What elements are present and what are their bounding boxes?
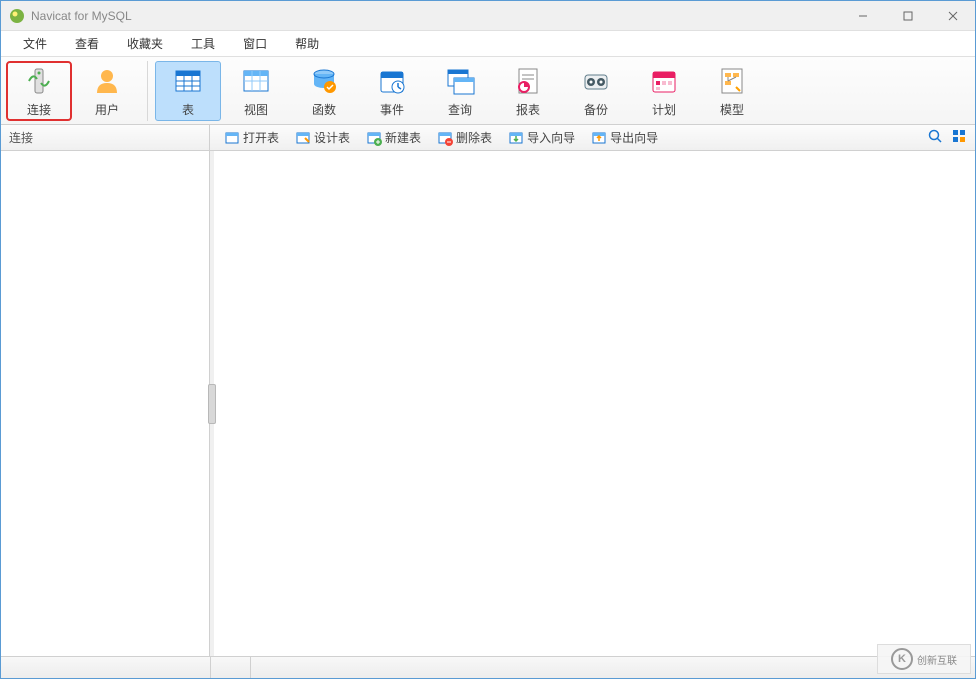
toolbar-schedule-label: 计划 <box>652 101 676 118</box>
statusbar <box>1 656 975 678</box>
maximize-button[interactable] <box>885 1 930 31</box>
toolbar-report[interactable]: 报表 <box>495 61 561 121</box>
toolbar-model[interactable]: 模型 <box>699 61 765 121</box>
model-icon <box>716 65 748 97</box>
status-cell-2 <box>211 657 251 678</box>
report-icon <box>512 65 544 97</box>
toolbar-function[interactable]: 函数 <box>291 61 357 121</box>
connection-tree-panel[interactable] <box>1 151 210 656</box>
menu-view[interactable]: 查看 <box>61 31 113 56</box>
app-window: Navicat for MySQL 文件 查看 收藏夹 工具 窗口 帮助 连接 … <box>0 0 976 679</box>
menu-file[interactable]: 文件 <box>9 31 61 56</box>
grid-view-icon[interactable] <box>951 128 967 147</box>
menu-window[interactable]: 窗口 <box>229 31 281 56</box>
close-button[interactable] <box>930 1 975 31</box>
toolbar-user[interactable]: 用户 <box>74 61 140 121</box>
status-cell-3 <box>251 657 975 678</box>
toolbar-query[interactable]: 查询 <box>427 61 493 121</box>
design-table-button[interactable]: 设计表 <box>289 127 356 148</box>
design-table-icon <box>295 130 311 146</box>
delete-table-icon <box>437 130 453 146</box>
search-icon[interactable] <box>927 128 943 147</box>
event-icon <box>376 65 408 97</box>
toolbar-view[interactable]: 视图 <box>223 61 289 121</box>
menubar: 文件 查看 收藏夹 工具 窗口 帮助 <box>1 31 975 57</box>
content-area <box>1 151 975 656</box>
schedule-icon <box>648 65 680 97</box>
export-wizard-icon <box>591 130 607 146</box>
delete-table-button[interactable]: 删除表 <box>431 127 498 148</box>
open-table-button[interactable]: 打开表 <box>218 127 285 148</box>
watermark-text: 创新互联 <box>917 652 957 667</box>
sub-toolbar-left-label: 连接 <box>1 125 210 150</box>
minimize-button[interactable] <box>840 1 885 31</box>
toolbar-function-label: 函数 <box>312 101 336 118</box>
window-controls <box>840 1 975 31</box>
toolbar-divider <box>147 61 148 121</box>
toolbar-backup[interactable]: 备份 <box>563 61 629 121</box>
user-icon <box>91 65 123 97</box>
sub-toolbar: 连接 打开表 设计表 新建表 删除表 导入向导 导出向导 <box>1 125 975 151</box>
connection-icon <box>23 65 55 97</box>
toolbar-event-label: 事件 <box>380 101 404 118</box>
watermark: K 创新互联 <box>877 644 971 674</box>
new-table-icon <box>366 130 382 146</box>
splitter-handle[interactable] <box>208 384 216 424</box>
menu-help[interactable]: 帮助 <box>281 31 333 56</box>
object-list-panel[interactable] <box>214 151 975 656</box>
menu-tools[interactable]: 工具 <box>177 31 229 56</box>
import-wizard-button[interactable]: 导入向导 <box>502 127 581 148</box>
new-table-button[interactable]: 新建表 <box>360 127 427 148</box>
toolbar-schedule[interactable]: 计划 <box>631 61 697 121</box>
export-wizard-button[interactable]: 导出向导 <box>585 127 664 148</box>
toolbar-table[interactable]: 表 <box>155 61 221 121</box>
toolbar-user-label: 用户 <box>95 101 119 118</box>
toolbar-backup-label: 备份 <box>584 101 608 118</box>
view-icon <box>240 65 272 97</box>
function-icon <box>308 65 340 97</box>
splitter[interactable] <box>210 151 214 656</box>
main-toolbar: 连接 用户 表 视图 函数 事件 <box>1 57 975 125</box>
toolbar-model-label: 模型 <box>720 101 744 118</box>
table-icon <box>172 65 204 97</box>
toolbar-connection-label: 连接 <box>27 101 51 118</box>
app-title: Navicat for MySQL <box>31 9 132 23</box>
open-table-icon <box>224 130 240 146</box>
backup-icon <box>580 65 612 97</box>
import-wizard-icon <box>508 130 524 146</box>
sub-toolbar-right: 打开表 设计表 新建表 删除表 导入向导 导出向导 <box>210 125 975 150</box>
toolbar-view-label: 视图 <box>244 101 268 118</box>
menu-favorites[interactable]: 收藏夹 <box>113 31 177 56</box>
app-icon <box>9 8 25 24</box>
toolbar-event[interactable]: 事件 <box>359 61 425 121</box>
toolbar-table-label: 表 <box>182 101 194 118</box>
watermark-logo-icon: K <box>891 648 913 670</box>
query-icon <box>444 65 476 97</box>
toolbar-connection[interactable]: 连接 <box>6 61 72 121</box>
toolbar-query-label: 查询 <box>448 101 472 118</box>
toolbar-report-label: 报表 <box>516 101 540 118</box>
status-cell-1 <box>1 657 211 678</box>
titlebar: Navicat for MySQL <box>1 1 975 31</box>
